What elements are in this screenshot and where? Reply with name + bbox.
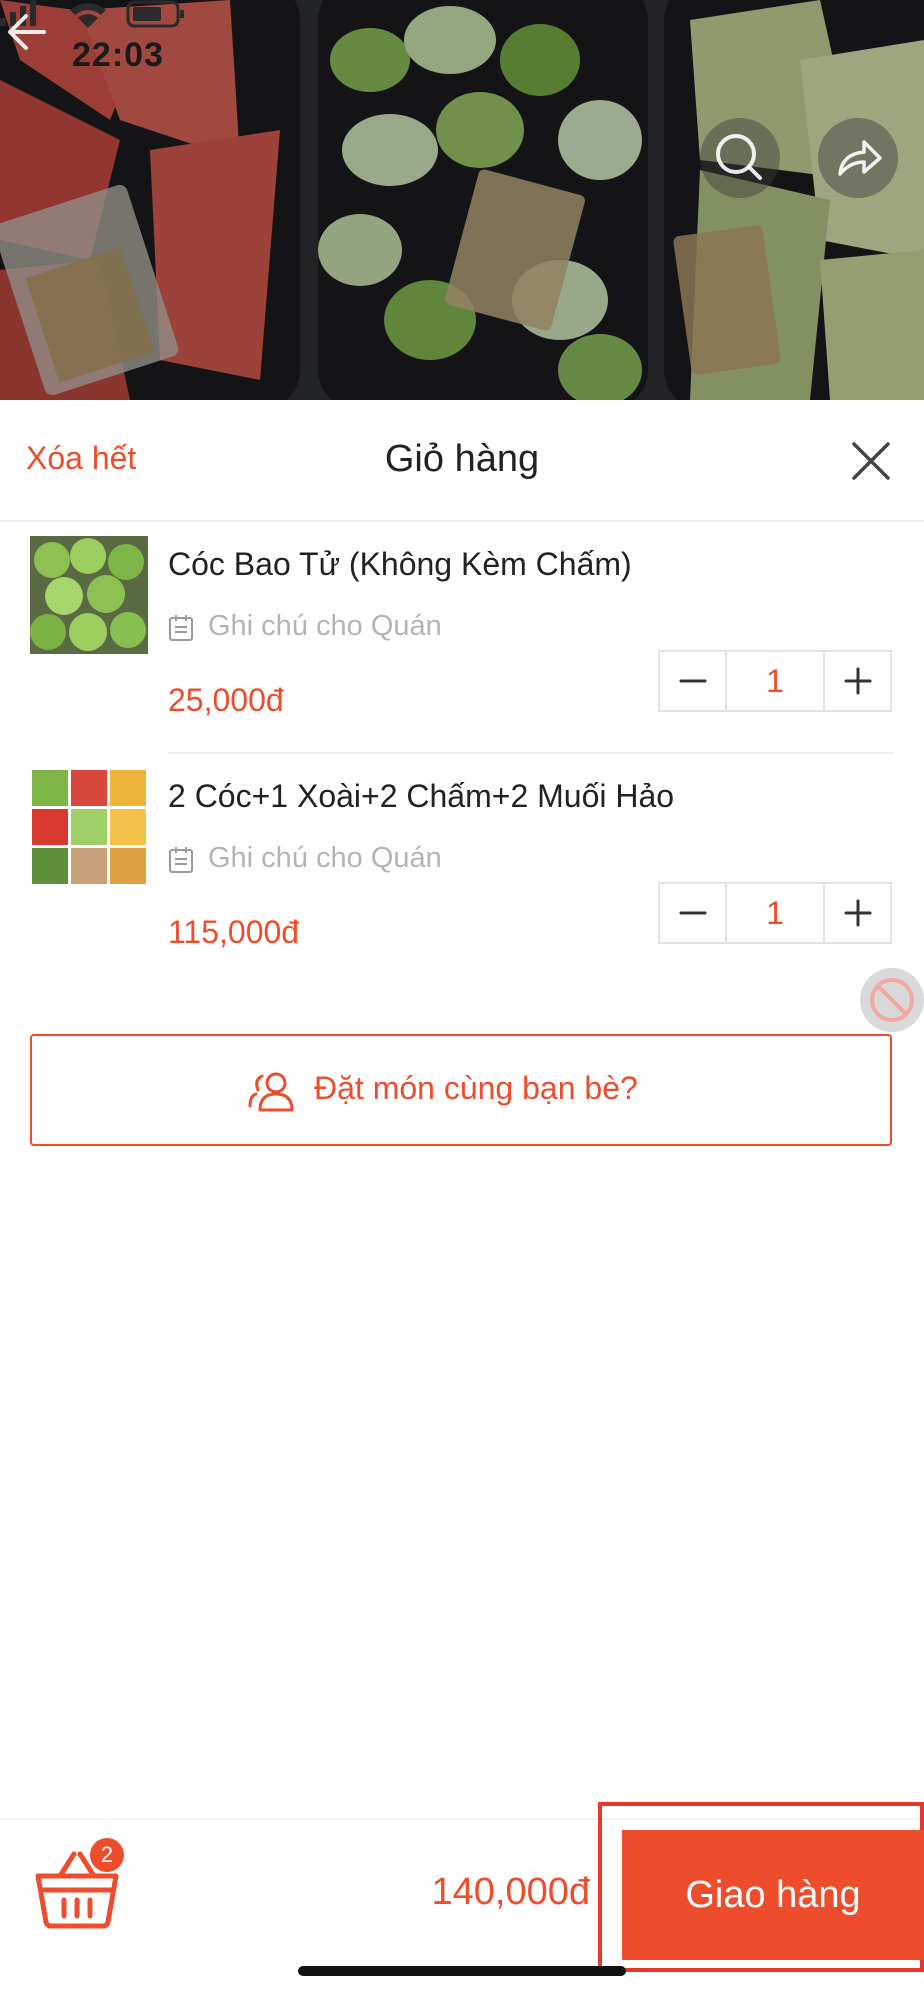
close-icon[interactable] — [846, 436, 896, 486]
fruit-combo-photo — [30, 768, 148, 886]
item-name: 2 Cóc+1 Xoài+2 Chấm+2 Muối Hảo — [168, 778, 675, 814]
item-name: Cóc Bao Tử (Không Kèm Chấm) — [168, 546, 632, 582]
order-total: 140,000đ — [431, 1871, 591, 1913]
cart-title: Giỏ hàng — [384, 438, 540, 480]
store-cover-photo: 22:03 — [0, 0, 924, 400]
increase-button[interactable] — [825, 652, 890, 710]
plus-icon — [844, 667, 872, 695]
guava-photo — [30, 536, 148, 654]
cart-header: Xóa hết Giỏ hàng — [0, 400, 924, 522]
minus-icon — [679, 679, 707, 683]
item-divider — [168, 752, 894, 754]
friends-icon — [248, 1072, 294, 1112]
item-price: 25,000đ — [168, 682, 284, 718]
decrease-button[interactable] — [660, 884, 725, 942]
note-placeholder: Ghi chú cho Quán — [208, 610, 442, 642]
item-thumbnail — [30, 768, 148, 886]
share-button[interactable] — [818, 118, 898, 198]
minus-icon — [679, 911, 707, 915]
quantity-value: 1 — [724, 884, 826, 942]
item-price: 115,000đ — [168, 914, 300, 950]
search-icon — [716, 134, 762, 180]
basket-count-badge: 2 — [90, 1838, 124, 1872]
back-arrow-icon[interactable] — [0, 0, 64, 64]
quantity-stepper: 1 — [658, 882, 892, 944]
checkout-button[interactable]: Giao hàng — [622, 1830, 924, 1960]
decrease-button[interactable] — [660, 652, 725, 710]
quantity-value: 1 — [724, 652, 826, 710]
group-order-button[interactable]: Đặt món cùng bạn bè? — [30, 1034, 892, 1146]
quantity-stepper: 1 — [658, 650, 892, 712]
plus-icon — [844, 899, 872, 927]
share-icon — [838, 140, 882, 176]
search-button[interactable] — [700, 118, 780, 198]
floating-assistive-button[interactable] — [860, 968, 924, 1032]
no-entry-icon — [870, 978, 914, 1022]
home-indicator[interactable] — [298, 1966, 626, 1976]
note-placeholder: Ghi chú cho Quán — [208, 842, 442, 874]
item-thumbnail — [30, 536, 148, 654]
increase-button[interactable] — [825, 884, 890, 942]
group-order-label: Đặt món cùng bạn bè? — [314, 1070, 638, 1106]
status-bar-time: 22:03 — [72, 36, 164, 74]
note-icon — [169, 847, 193, 873]
note-icon — [169, 615, 193, 641]
